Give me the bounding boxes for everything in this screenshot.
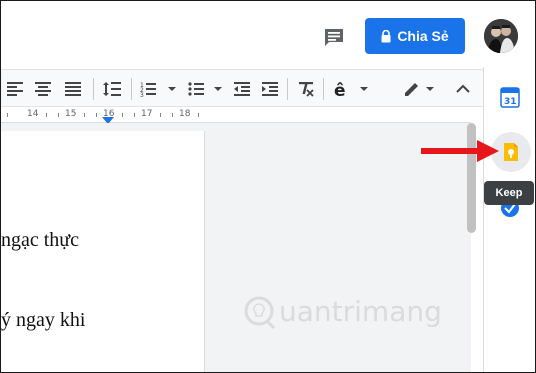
align-left-icon xyxy=(7,82,23,96)
line-spacing-button[interactable] xyxy=(101,79,123,99)
decrease-indent-button[interactable] xyxy=(231,79,253,99)
svg-text:ê: ê xyxy=(334,81,346,97)
align-center-icon xyxy=(35,82,51,96)
increase-indent-button[interactable] xyxy=(259,79,281,99)
ruler-tick xyxy=(58,113,59,117)
calendar-icon: 31 xyxy=(500,87,520,108)
calendar-day: 31 xyxy=(504,97,517,107)
document-text-line: ngạc thực xyxy=(1,229,80,251)
calendar-button[interactable]: 31 xyxy=(499,85,521,109)
horizontal-ruler: 14 15 16 17 18 xyxy=(1,107,471,124)
align-justify-icon xyxy=(65,82,81,96)
ruler-tick xyxy=(172,113,173,117)
increase-indent-icon xyxy=(262,82,278,96)
numbered-list-button[interactable]: 1 2 3 xyxy=(139,79,179,99)
toolbar-divider xyxy=(287,78,288,100)
align-right-button[interactable] xyxy=(63,79,83,99)
watermark: uantrimang xyxy=(243,293,442,329)
ruler-label: 18 xyxy=(179,109,191,119)
keep-icon xyxy=(504,143,518,161)
app-window: Chia Sẻ 1 2 3 ê 14 15 16 17 18 ngạc thực… xyxy=(0,0,536,373)
hide-menus-button[interactable] xyxy=(453,79,473,99)
header: Chia Sẻ xyxy=(1,1,535,67)
collapse-icon xyxy=(456,84,470,93)
formatting-toolbar: 1 2 3 ê xyxy=(1,69,483,107)
arrow-annotation-icon xyxy=(421,140,499,162)
ruler-tick xyxy=(96,113,97,117)
clear-formatting-button[interactable] xyxy=(295,79,317,99)
lock-icon xyxy=(381,29,391,43)
bulleted-list-button[interactable] xyxy=(187,79,227,99)
document-text-line: ý ngay khi xyxy=(1,309,86,331)
watermark-logo-icon xyxy=(244,296,276,329)
watermark-text: uantrimang xyxy=(279,294,442,328)
input-tools-icon: ê xyxy=(334,81,368,97)
line-spacing-icon xyxy=(103,82,121,96)
comment-icon xyxy=(325,29,343,46)
align-center-button[interactable] xyxy=(33,79,53,99)
keep-tooltip: Keep xyxy=(484,181,534,205)
ruler-tick xyxy=(198,113,199,117)
edit-mode-icon xyxy=(405,83,434,96)
document-canvas: ngạc thực ý ngay khi xyxy=(1,123,471,372)
input-tools-button[interactable]: ê xyxy=(333,79,373,99)
ruler-tick xyxy=(122,113,123,117)
toolbar-divider xyxy=(131,78,132,100)
align-left-button[interactable] xyxy=(5,79,25,99)
ruler-tick xyxy=(84,113,85,117)
document-page[interactable]: ngạc thực ý ngay khi xyxy=(1,131,205,372)
ruler-tick xyxy=(7,113,8,117)
ruler-tick xyxy=(134,113,135,117)
ruler-tick xyxy=(160,113,161,117)
share-button[interactable]: Chia Sẻ xyxy=(365,18,465,54)
ruler-label: 15 xyxy=(65,109,77,119)
ruler-label: 17 xyxy=(141,109,153,119)
decrease-indent-icon xyxy=(234,82,250,96)
share-button-label: Chia Sẻ xyxy=(397,28,449,44)
toolbar-divider xyxy=(323,78,324,100)
clear-formatting-icon xyxy=(299,82,314,97)
toolbar-divider xyxy=(93,78,94,100)
svg-text:3: 3 xyxy=(140,92,144,97)
ruler-tick xyxy=(46,113,47,117)
side-panel xyxy=(483,67,535,372)
avatar[interactable] xyxy=(484,19,518,53)
comment-history-button[interactable] xyxy=(321,25,347,49)
ruler-label: 14 xyxy=(27,109,39,119)
editing-mode-button[interactable] xyxy=(403,79,439,99)
bulleted-list-icon xyxy=(188,82,222,96)
numbered-list-icon: 1 2 3 xyxy=(140,82,176,97)
